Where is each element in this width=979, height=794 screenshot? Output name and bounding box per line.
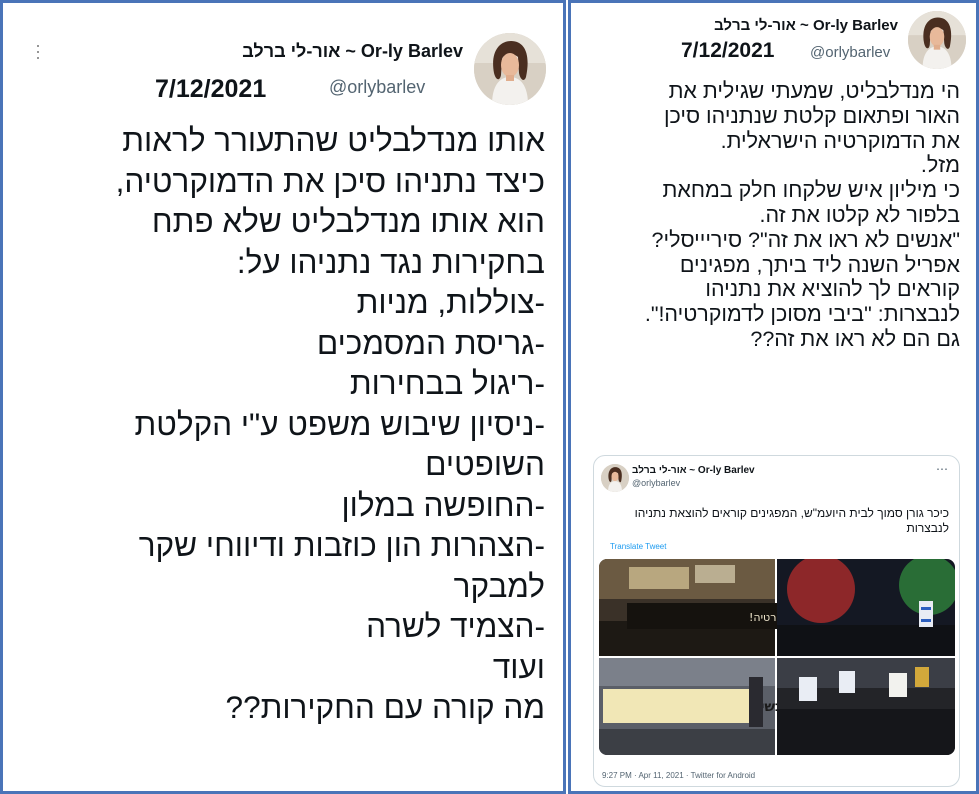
photo-grid[interactable]: ביבי מסוכן לדמוקרטיה! נבצרות עכשיו!	[599, 559, 955, 755]
tweet-text-line: אותו מנדלבליט שהתעורר לראות	[122, 122, 545, 158]
author-handle[interactable]: @orlybarlev	[329, 77, 425, 98]
author-handle[interactable]: @orlybarlev	[810, 44, 890, 61]
tweet-text-line: כי מיליון איש שלקחו חלק במחאת	[662, 178, 960, 203]
tweet-text-line: "אנשים לא ראו את זה"? סיריייסלי?	[651, 227, 960, 252]
tweet-text-line: גם הם לא ראו את זה??	[750, 326, 960, 351]
quoted-author-name[interactable]: אור-לי ברלב ~ Or-ly Barlev	[632, 465, 755, 476]
tweet-text-line: הי מנדלבליט, שמעתי שגילית את	[668, 79, 960, 103]
avatar[interactable]	[908, 11, 966, 69]
quoted-tweet-text: כיכר גורן סמוך לבית היועמ"ש, המפגינים קו…	[634, 506, 949, 535]
tweet-text-line: -החופשה במלון	[341, 486, 545, 523]
more-options-icon[interactable]: ⋯	[936, 462, 949, 476]
tweet-text-line: -הצמיד לשרה	[366, 608, 545, 644]
tweet-text-line: ועוד	[492, 648, 545, 685]
quoted-tweet[interactable]: אור-לי ברלב ~ Or-ly Barlev @orlybarlev ⋯…	[593, 455, 960, 787]
tweet-text-line: -הצהרות הון כוזבות ודיווחי שקר	[138, 527, 545, 563]
tweet-text-line: האור ופתאום קלטת שנתניהו סיכן	[663, 103, 960, 128]
tweet-text-line: מה קורה עם החקירות??	[225, 689, 545, 725]
tweet-text-line: מזל.	[920, 153, 960, 178]
tweet-text-line: השופטים	[425, 446, 545, 482]
quoted-author-handle[interactable]: @orlybarlev	[632, 478, 680, 488]
tweet-text-line: הוא אותו מנדלבליט שלא פתח	[151, 203, 545, 239]
tweet-text-line: למבקר	[453, 567, 545, 604]
right-tweet-panel: אור-לי ברלב ~ Or-ly Barlev 7/12/2021 @or…	[568, 0, 979, 794]
tweet-text-line: אפריל השנה ליד ביתך, מפגינים	[679, 252, 960, 277]
tweet-date: 7/12/2021	[155, 75, 267, 103]
tweet-text-line: כיצד נתניהו סיכן את הדמוקרטיה,	[115, 162, 545, 199]
tweet-text-line: בלפור לא קלטו את זה.	[759, 202, 960, 227]
avatar[interactable]	[601, 464, 629, 492]
tweet-text-line: -גריסת המסמכים	[316, 324, 545, 361]
more-options-icon[interactable]: ⋯	[28, 43, 48, 61]
author-name[interactable]: אור-לי ברלב ~ Or-ly Barlev	[242, 41, 463, 62]
tweet-text-line: -ניסיון שיבוש משפט ע"י הקלטת	[134, 405, 545, 442]
tweet-timestamp[interactable]: 9:27 PM · Apr 11, 2021 · Twitter for And…	[602, 771, 755, 780]
avatar[interactable]	[474, 33, 546, 105]
tweet-text-line: -ריגול בבחירות	[349, 365, 545, 401]
tweet-text-line: לנבצרות: "ביבי מסוכן לדמוקרטיה!".	[644, 302, 960, 327]
tweet-text-line: קוראים לך להוציא את נתניהו	[705, 277, 960, 302]
tweet-text-line: את הדמוקרטיה הישראלית.	[720, 128, 960, 153]
tweet-text: הי מנדלבליט, שמעתי שגילית את האור ופתאום …	[572, 79, 960, 352]
tweet-text: אותו מנדלבליט שהתעורר לראות כיצד נתניהו ס…	[25, 120, 545, 728]
tweet-text-line: בחקירות נגד נתניהו על:	[236, 243, 545, 280]
left-tweet-panel: ⋯ אור-לי ברלב ~ Or-ly Barlev 7/12/2021 @…	[0, 0, 566, 794]
author-name[interactable]: אור-לי ברלב ~ Or-ly Barlev	[714, 17, 898, 34]
tweet-text-line: -צוללות, מניות	[356, 284, 545, 320]
translate-link[interactable]: Translate Tweet	[610, 542, 666, 551]
tweet-date: 7/12/2021	[681, 39, 775, 62]
